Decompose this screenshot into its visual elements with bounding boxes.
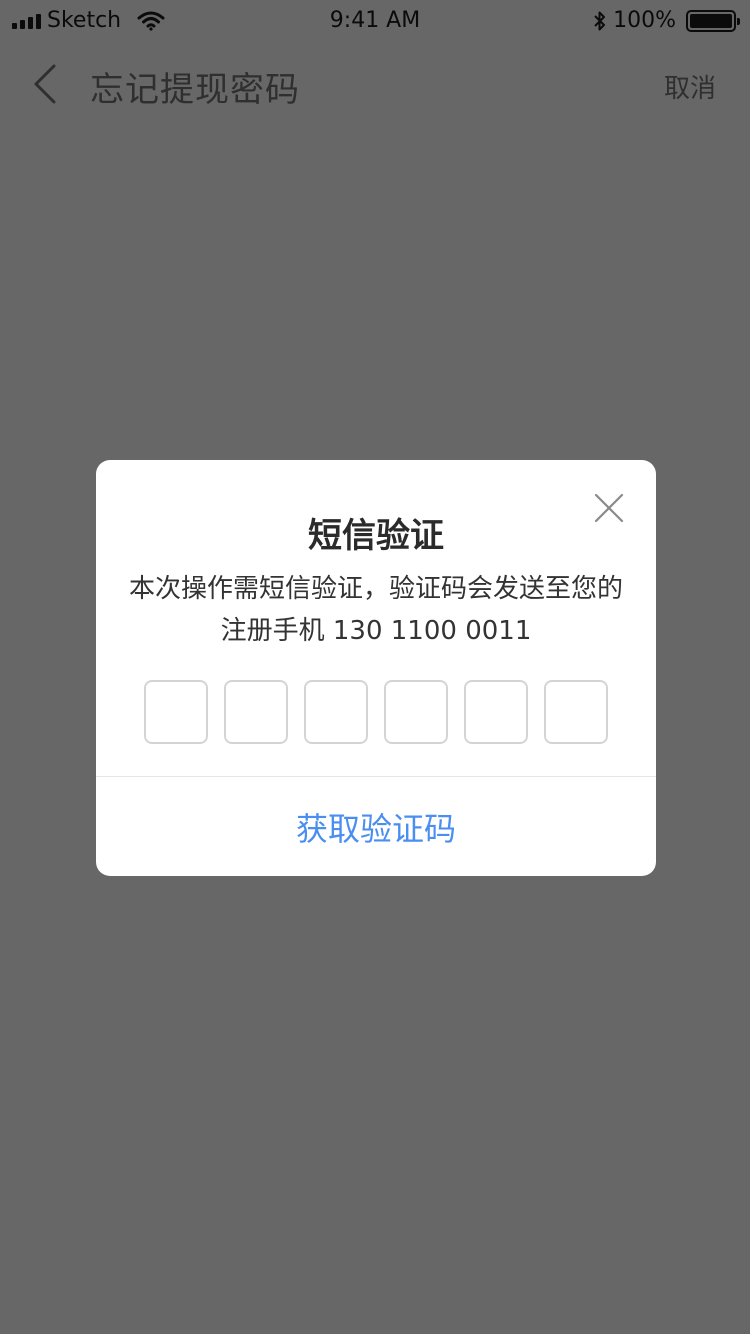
code-digit-box[interactable] [384,680,448,744]
verification-code-input [144,680,608,744]
page-title: 忘记提现密码 [90,70,300,110]
dialog-title: 短信验证 [308,516,444,556]
bluetooth-icon [593,10,607,32]
sms-verification-dialog: 短信验证 本次操作需短信验证，验证码会发送至您的注册手机 130 1100 00… [96,460,656,876]
code-digit-box[interactable] [544,680,608,744]
code-digit-box[interactable] [304,680,368,744]
status-bar: Sketch 9:41 AM 100% [0,0,750,40]
chevron-left-icon[interactable] [30,62,60,106]
battery-percent: 100% [613,8,676,33]
status-right: 100% [593,8,740,33]
battery-fill [690,13,732,28]
nav-bar: 忘记提现密码 取消 [0,40,750,128]
dialog-description: 本次操作需短信验证，验证码会发送至您的注册手机 130 1100 0011 [128,574,623,646]
code-digit-box[interactable] [144,680,208,744]
get-code-button[interactable]: 获取验证码 [96,777,656,876]
code-digit-box[interactable] [464,680,528,744]
screen: Sketch 9:41 AM 100% 忘记提现密码 取消 短信验证 本次操作需… [0,0,750,1334]
cancel-button[interactable]: 取消 [664,68,716,105]
battery-icon [686,9,740,32]
code-digit-box[interactable] [224,680,288,744]
battery-tip [737,17,740,25]
